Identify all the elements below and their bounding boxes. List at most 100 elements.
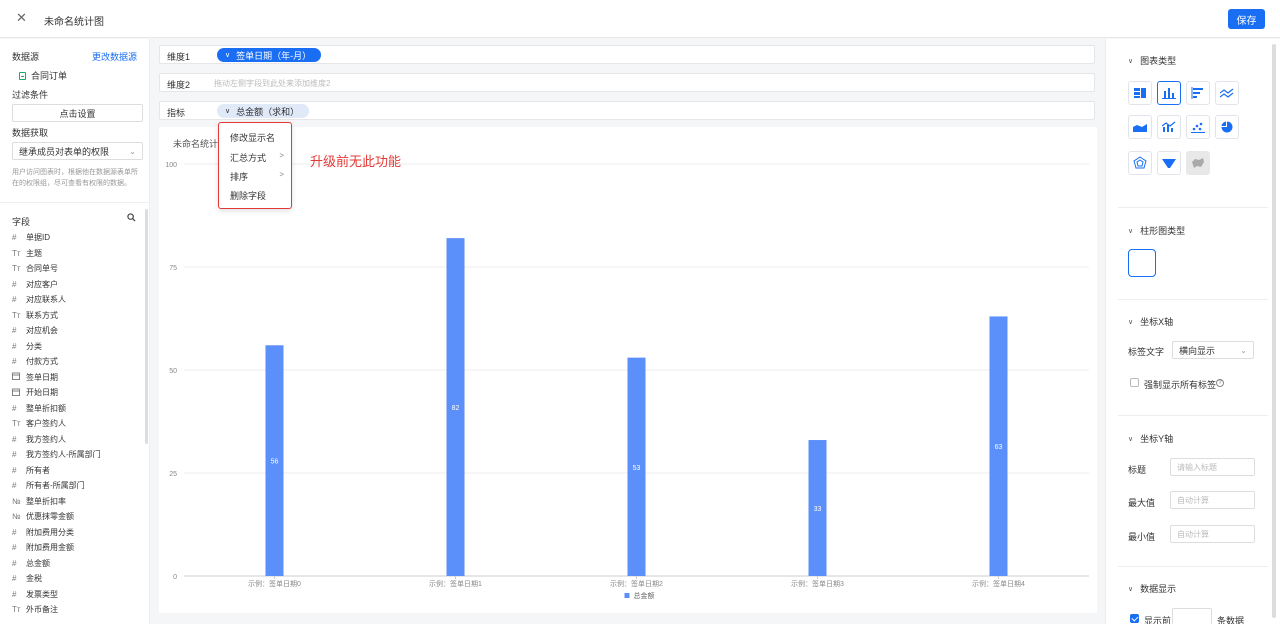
field-list-scrollbar[interactable] [145,209,148,444]
data-display-label: 数据显示 [1140,584,1177,594]
number-field-icon: # [12,326,17,336]
show-top-count-input[interactable] [1172,608,1212,624]
field-item[interactable]: # 所有者-所属部门 [12,478,140,494]
chart-type-combo[interactable] [1157,115,1181,139]
search-icon[interactable] [127,213,136,222]
field-name: 金税 [26,574,42,584]
filter-label: 过滤条件 [12,90,49,100]
menu-item-aggregation[interactable]: 汇总方式 > [230,151,284,164]
chart-type-column[interactable] [1157,81,1181,105]
field-item[interactable]: # 我方签约人-所属部门 [12,447,140,463]
chart-type-pie[interactable] [1215,115,1239,139]
number-field-icon: # [12,341,17,351]
bar-type-section-header[interactable]: ∨ 柱形图类型 [1128,224,1185,237]
field-item[interactable]: Tт 客户签约人 [12,416,140,432]
chart-type-radar[interactable] [1128,151,1152,175]
yaxis-min-input[interactable]: 自动计算 [1170,525,1255,543]
close-icon[interactable]: ✕ [16,11,27,25]
field-item[interactable]: Tт 联系方式 [12,308,140,324]
field-item[interactable]: Tт 主题 [12,246,140,262]
chart-type-stacked-bar[interactable] [1128,81,1152,105]
measure-pill[interactable]: ∨ 总金额（求和） [217,104,310,118]
divider [0,202,150,203]
bar-type-option[interactable] [1128,249,1156,277]
chevron-down-icon: ∨ [1128,318,1134,326]
field-item[interactable]: # 整单折扣额 [12,401,140,417]
field-item[interactable]: # 对应客户 [12,277,140,293]
chart-type-area[interactable] [1128,115,1152,139]
field-item[interactable]: Tт 合同单号 [12,261,140,277]
number-field-icon: # [12,434,17,444]
divider [1118,207,1268,208]
field-item[interactable]: # 总金额 [12,556,140,572]
save-button[interactable]: 保存 [1228,9,1265,29]
help-icon[interactable]: ? [1216,379,1224,387]
y-tick-label: 50 [169,368,177,375]
field-item[interactable]: 签单日期 [12,370,140,386]
field-item[interactable]: # 对应联系人 [12,292,140,308]
label-text-value: 横向显示 [1179,345,1216,356]
change-datasource-link[interactable]: 更改数据源 [92,50,137,63]
label-text-label: 标签文字 [1128,347,1165,357]
menu-item-sort[interactable]: 排序 > [230,170,284,183]
divider [1118,415,1268,416]
field-name: 主题 [26,248,42,258]
bar-type-label: 柱形图类型 [1140,226,1186,236]
show-top-checkbox[interactable] [1130,614,1139,623]
field-item[interactable]: № 整单折扣率 [12,494,140,510]
field-item[interactable]: # 对应机会 [12,323,140,339]
field-item[interactable]: # 发票类型 [12,587,140,603]
menu-item-delete[interactable]: 删除字段 [230,189,284,202]
line-chart-icon [1220,88,1234,98]
field-item[interactable]: # 分类 [12,339,140,355]
field-item[interactable]: Tт 外币备注 [12,602,140,618]
field-item[interactable]: # 金税 [12,571,140,587]
radar-chart-icon [1133,156,1147,169]
fetch-permission-select[interactable]: 继承成员对表单的权限 ⌄ [12,142,143,160]
yaxis-title-input[interactable]: 请输入标题 [1170,458,1255,476]
yaxis-section-header[interactable]: ∨ 坐标Y轴 [1128,432,1173,445]
filter-settings-button[interactable]: 点击设置 [12,104,143,122]
dimension1-label: 维度1 [167,52,191,62]
dimension1-pill[interactable]: ∨ 签单日期（年-月） [217,48,322,62]
field-item[interactable]: # 附加费用金额 [12,540,140,556]
field-name: 联系方式 [26,310,58,320]
field-item[interactable]: # 附加费用分类 [12,525,140,541]
force-labels-checkbox[interactable] [1130,378,1139,387]
calendar-icon [12,372,26,382]
chart-type-funnel[interactable] [1157,151,1181,175]
y-tick-label: 0 [173,574,177,581]
field-item[interactable]: 开始日期 [12,385,140,401]
text-field-icon: Tт [12,248,21,258]
chart-type-line[interactable] [1215,81,1239,105]
dimension2-label: 维度2 [167,80,191,90]
xaxis-section-header[interactable]: ∨ 坐标X轴 [1128,315,1173,328]
menu-item-rename[interactable]: 修改显示名 [230,131,284,144]
field-item[interactable]: # 所有者 [12,463,140,479]
dimension1-shelf[interactable]: 维度1 ∨ 签单日期（年-月） [159,45,1095,64]
field-item[interactable]: # 我方签约人 [12,432,140,448]
chart-type-map[interactable] [1186,151,1210,175]
field-item[interactable]: # 付款方式 [12,354,140,370]
divider [1118,299,1268,300]
measure-shelf[interactable]: 指标 ∨ 总金额（求和） [159,101,1095,120]
field-item[interactable]: # 单据ID [12,230,140,246]
x-tick-label: 示例：签单日期0 [248,579,301,588]
yaxis-max-input[interactable]: 自动计算 [1170,491,1255,509]
dimension2-shelf[interactable]: 维度2 拖动左侧字段到此处来添加维度2 [159,73,1095,92]
right-panel-scrollbar[interactable] [1272,44,1276,618]
xaxis-label: 坐标X轴 [1140,317,1174,327]
left-panel: 数据源 更改数据源 合同订单 过滤条件 点击设置 数据获取 继承成员对表单的权限… [0,39,150,624]
chart-type-section-header[interactable]: ∨ 图表类型 [1128,54,1176,67]
number-field-icon: # [12,233,17,243]
field-item[interactable]: № 优惠抹零金额 [12,509,140,525]
chart-type-scatter[interactable] [1186,115,1210,139]
bar-data-label: 56 [271,459,279,466]
x-tick-label: 示例：签单日期2 [610,579,663,588]
data-display-section-header[interactable]: ∨ 数据显示 [1128,582,1176,595]
datasource-item[interactable]: 合同订单 [19,69,67,82]
label-text-select[interactable]: 横向显示 ⌄ [1172,341,1254,359]
chart-type-horizontal-bar[interactable] [1186,81,1210,105]
fetch-hint: 用户访问图表时，根据他在数据源表单所在的权限组，尽可查看有权限的数据。 [12,169,138,187]
chevron-down-icon: ∨ [225,108,231,115]
